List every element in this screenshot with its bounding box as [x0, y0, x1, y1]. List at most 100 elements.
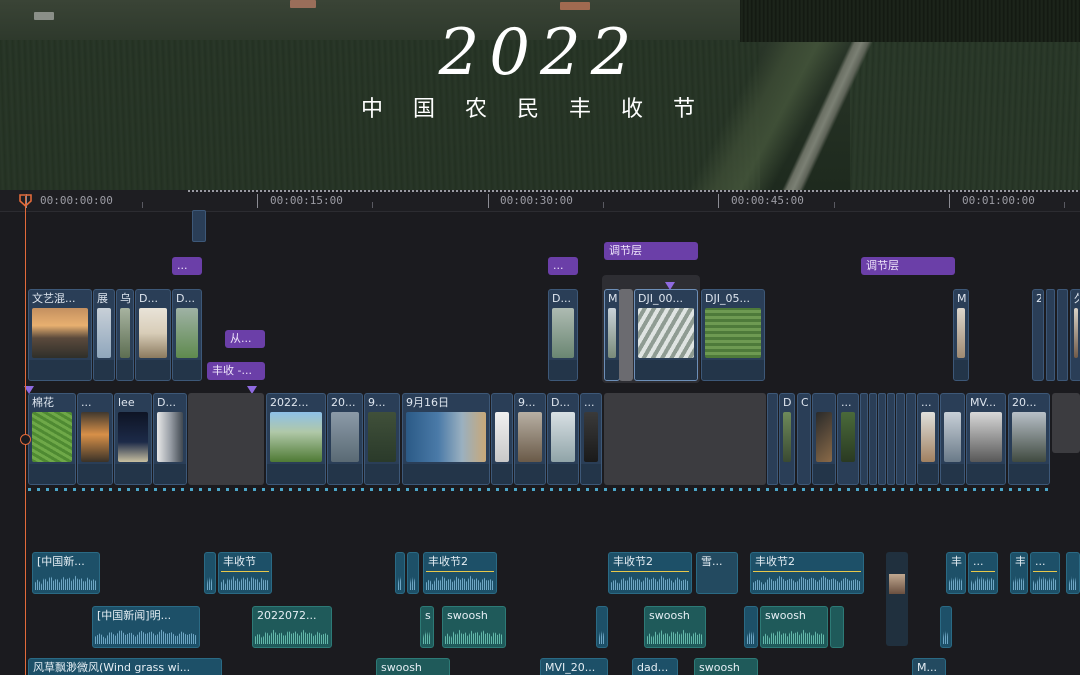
- main-clip[interactable]: 20...: [1008, 393, 1050, 485]
- timeline-clip[interactable]: [192, 210, 206, 242]
- timeline-clip[interactable]: [767, 393, 778, 485]
- timeline-clip[interactable]: [860, 393, 868, 485]
- audio-clip[interactable]: MVI_20...: [540, 658, 608, 675]
- overlay-clip[interactable]: DJI_05...: [701, 289, 765, 381]
- timeline-clip[interactable]: [896, 393, 905, 485]
- overlay-clip[interactable]: DJI_00...: [634, 289, 698, 381]
- audio-clip[interactable]: 风草飘渺微风(Wind grass wi...: [28, 658, 222, 675]
- video-preview[interactable]: 2022 中国农民丰收节: [0, 0, 1080, 190]
- audio-clip[interactable]: 丰: [946, 552, 966, 594]
- title-clip[interactable]: 从...: [225, 330, 265, 348]
- main-clip[interactable]: D...: [547, 393, 579, 485]
- clip-thumbnail: [120, 308, 130, 358]
- main-clip[interactable]: C: [797, 393, 811, 485]
- ruler-tick: [372, 202, 373, 208]
- timeline-clip[interactable]: [887, 393, 895, 485]
- audio-clip[interactable]: s: [420, 606, 434, 648]
- main-clip[interactable]: D...: [153, 393, 187, 485]
- audio-clip[interactable]: [中国新闻]明...: [92, 606, 200, 648]
- main-clip[interactable]: 9...: [364, 393, 400, 485]
- adjustment-layer-clip[interactable]: ...: [548, 257, 578, 275]
- adjustment-layer-clip[interactable]: ...: [172, 257, 202, 275]
- clip-label: D...: [176, 292, 195, 305]
- trim-handle[interactable]: [619, 289, 633, 381]
- overlay-clip[interactable]: D...: [548, 289, 578, 381]
- audio-clip[interactable]: ...: [1030, 552, 1060, 594]
- main-clip[interactable]: ...: [580, 393, 602, 485]
- audio-clip[interactable]: [1066, 552, 1080, 594]
- overlay-clip[interactable]: 展: [93, 289, 115, 381]
- main-clip[interactable]: 20...: [327, 393, 363, 485]
- timeline-clip[interactable]: [869, 393, 877, 485]
- audio-clip[interactable]: 丰收节2: [750, 552, 864, 594]
- audio-clip[interactable]: 丰收节2: [608, 552, 692, 594]
- main-clip[interactable]: ...: [77, 393, 113, 485]
- audio-clip[interactable]: [830, 606, 844, 648]
- main-clip[interactable]: [940, 393, 965, 485]
- audio-clip[interactable]: swoosh: [644, 606, 706, 648]
- main-clip[interactable]: D: [779, 393, 795, 485]
- timeline-gap[interactable]: [604, 393, 766, 485]
- main-clip[interactable]: 9...: [514, 393, 546, 485]
- main-clip[interactable]: MV...: [966, 393, 1006, 485]
- audio-clip[interactable]: 雪...: [696, 552, 738, 594]
- timeline-clip[interactable]: [878, 393, 886, 485]
- audio-clip[interactable]: 丰收节2: [423, 552, 497, 594]
- time-ruler[interactable]: 00:00:00:00 00:00:15:00 00:00:30:00 00:0…: [0, 190, 1080, 212]
- overlay-clip[interactable]: D...: [135, 289, 171, 381]
- timeline-clip[interactable]: [1046, 289, 1055, 381]
- overlay-clip[interactable]: 2: [1032, 289, 1044, 381]
- audio-clip[interactable]: swoosh: [760, 606, 828, 648]
- audio-clip[interactable]: 丰收节: [218, 552, 272, 594]
- timeline-clip[interactable]: [906, 393, 916, 485]
- title-clip[interactable]: 丰收 -...: [207, 362, 265, 380]
- overlay-clip[interactable]: M: [604, 289, 620, 381]
- audio-clip[interactable]: [940, 606, 952, 648]
- playhead-handle-icon[interactable]: [19, 194, 32, 207]
- audio-clip[interactable]: [744, 606, 758, 648]
- main-clip[interactable]: [491, 393, 513, 485]
- overlay-clip[interactable]: 乌: [116, 289, 134, 381]
- timeline-gap[interactable]: [188, 393, 264, 485]
- main-clip[interactable]: 9月16日: [402, 393, 490, 485]
- overlay-clip[interactable]: 久: [1070, 289, 1080, 381]
- audio-clip[interactable]: [596, 606, 608, 648]
- video-clip-block[interactable]: [886, 552, 908, 646]
- main-clip[interactable]: ...: [917, 393, 939, 485]
- audio-clip[interactable]: swoosh: [694, 658, 758, 675]
- overlay-clip[interactable]: D...: [172, 289, 202, 381]
- clip-label: M...: [917, 661, 937, 674]
- adjustment-layer-clip[interactable]: 调节层: [861, 257, 955, 275]
- clip-label: swoosh: [765, 609, 806, 622]
- audio-clip[interactable]: [395, 552, 405, 594]
- ruler-tick: [488, 194, 489, 208]
- audio-clip[interactable]: swoosh: [376, 658, 450, 675]
- main-clip[interactable]: [812, 393, 836, 485]
- audio-clip[interactable]: [中国新...: [32, 552, 100, 594]
- audio-clip[interactable]: swoosh: [442, 606, 506, 648]
- clip-thumbnail: [139, 308, 167, 358]
- audio-clip[interactable]: 2022072...: [252, 606, 332, 648]
- timeline-clip[interactable]: [1057, 289, 1068, 381]
- main-clip[interactable]: ...: [837, 393, 859, 485]
- overlay-clip[interactable]: 文艺混...: [28, 289, 92, 381]
- preview-title-year: 2022: [438, 16, 642, 90]
- clip-label: swoosh: [381, 661, 422, 674]
- audio-clip[interactable]: 丰: [1010, 552, 1028, 594]
- audio-clip[interactable]: [204, 552, 216, 594]
- overlay-clip[interactable]: M: [953, 289, 969, 381]
- audio-clip[interactable]: ...: [968, 552, 998, 594]
- marker-icon[interactable]: [665, 282, 675, 290]
- clip-footer: [605, 360, 619, 380]
- main-clip[interactable]: 棉花: [28, 393, 76, 485]
- audio-clip[interactable]: M...: [912, 658, 946, 675]
- main-clip[interactable]: lee: [114, 393, 152, 485]
- clip-thumbnail: [816, 412, 832, 462]
- clip-label: MV...: [970, 396, 997, 409]
- audio-clip[interactable]: [407, 552, 419, 594]
- playhead-knob-icon[interactable]: [20, 434, 31, 445]
- adjustment-layer-clip[interactable]: 调节层: [604, 242, 698, 260]
- audio-clip[interactable]: dad...: [632, 658, 678, 675]
- timeline-gap[interactable]: [1052, 393, 1080, 453]
- main-clip[interactable]: 2022...: [266, 393, 326, 485]
